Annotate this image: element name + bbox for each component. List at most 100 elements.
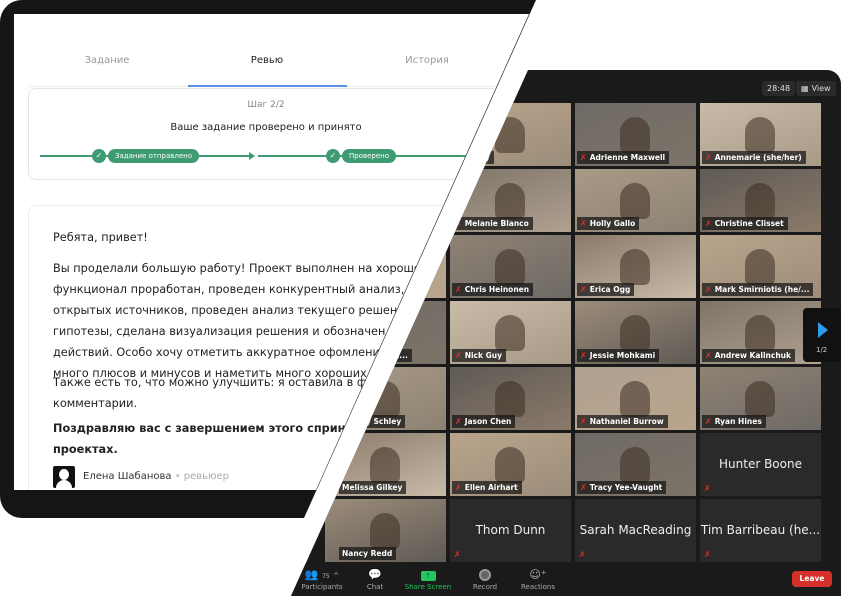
comment-closing: проектах. (53, 443, 118, 456)
meeting-timer: 28:48 (762, 81, 796, 96)
mic-muted-icon: ✗ (580, 218, 587, 228)
comment-greeting: Ребята, привет! (53, 231, 148, 244)
mic-muted-icon: ✗ (580, 416, 587, 426)
author-info: Елена Шабанова • ревьюер (83, 471, 229, 482)
video-tile[interactable]: Sarah MacReading ✗ (575, 499, 696, 562)
participant-name-label: ✗ Jessie Mohkami (577, 349, 660, 362)
chat-button[interactable]: 💬 Chat (360, 564, 390, 591)
mic-muted-icon: ✗ (705, 152, 712, 162)
participant-name-label: ✗ Erica Ogg (577, 283, 635, 296)
video-tile[interactable]: ✗ Nathaniel Burrow (575, 367, 696, 430)
video-tile[interactable]: ✗ Nick Guy (450, 301, 571, 364)
participant-name: Adrienne Maxwell (589, 153, 666, 162)
mic-muted-icon: ✗ (455, 350, 462, 360)
record-button[interactable]: Record (468, 564, 502, 591)
participant-name-label: ✗ Ryan Hines (702, 415, 766, 428)
video-tile[interactable]: ✗ Melanie Blanco (450, 169, 571, 232)
tab-history[interactable]: История (347, 55, 507, 66)
participant-name-label: ey/t... (380, 349, 412, 362)
mic-muted-icon: ✗ (705, 284, 712, 294)
participants-button[interactable]: 👥 75 ^ Participants (294, 564, 350, 591)
participant-name: Erica Ogg (589, 285, 631, 294)
comment-line: функционал проработан, проведен конкурен… (53, 283, 458, 296)
mic-muted-icon: ✗ (580, 152, 587, 162)
step-counter: Шаг 2/2 (247, 100, 285, 110)
participant-name: Ellen Airhart (464, 483, 518, 492)
video-tile[interactable]: ✗ Annemarie (she/her) (700, 103, 821, 166)
participant-name-label: ✗ Christine Clisset (702, 217, 788, 230)
chevron-up-icon[interactable]: ^ (333, 572, 339, 580)
participant-name-label: ✗ Nick Guy (452, 349, 506, 362)
tab-task[interactable]: Задание (27, 55, 187, 66)
video-tile[interactable]: ✗ Jason Chen (450, 367, 571, 430)
participant-name: Melissa Gilkey (342, 483, 403, 492)
video-tile[interactable]: ✗ Ryan Hines (700, 367, 821, 430)
video-tile[interactable]: Hunter Boone ✗ (700, 433, 821, 496)
participant-name: Sarah MacReading (579, 523, 692, 537)
video-tile[interactable]: ✗ Adrienne Maxwell (575, 103, 696, 166)
participant-video (745, 183, 775, 219)
video-tile[interactable]: ✗ Chris Heinonen (450, 235, 571, 298)
video-tile[interactable]: Melissa Gilkey (325, 433, 446, 496)
video-tile[interactable]: ✗ Holly Gallo (575, 169, 696, 232)
check-icon: ✓ (92, 149, 106, 163)
chat-icon: 💬 (368, 568, 382, 581)
check-icon: ✓ (326, 149, 340, 163)
participants-count: 75 (322, 573, 330, 580)
participant-video (370, 513, 400, 549)
tab-review[interactable]: Ревью (187, 55, 347, 66)
view-button[interactable]: ▦ View (796, 81, 836, 96)
reactions-button[interactable]: ☺⁺ Reactions (516, 564, 560, 591)
participant-name-label: ✗ Jason Chen (452, 415, 516, 428)
video-tile[interactable]: ✗ Christine Clisset (700, 169, 821, 232)
video-tile[interactable]: Nancy Redd (325, 499, 446, 562)
video-tile[interactable]: ✗ Tracy Yee-Vaught (575, 433, 696, 496)
participant-video (495, 183, 525, 219)
meeting-toolbar: 👥 75 ^ Participants 💬 Chat ↑ Share Scree… (291, 564, 841, 596)
participant-video (620, 381, 650, 417)
active-tab-indicator (188, 85, 347, 87)
view-label: View (811, 84, 831, 93)
participant-video (620, 183, 650, 219)
video-tile[interactable]: ✗ Erica Ogg (575, 235, 696, 298)
record-icon (479, 569, 491, 581)
participant-name: Gorny (464, 153, 490, 162)
video-tile[interactable]: ✗ Jessie Mohkami (575, 301, 696, 364)
participant-video (620, 447, 650, 483)
participant-name-label: ✗ Chris Heinonen (452, 283, 534, 296)
video-tile[interactable]: Tim Barribeau (he... ✗ (700, 499, 821, 562)
mic-muted-icon: ✗ (705, 218, 712, 228)
participant-name: Tim Barribeau (he... (700, 523, 821, 537)
video-tile[interactable]: ✗ Mark Smirniotis (he/... (700, 235, 821, 298)
arrow-right-icon (818, 322, 828, 338)
mic-muted-icon: ✗ (705, 350, 712, 360)
participant-name: Thom Dunn (475, 523, 546, 537)
participant-name-label: ✗ Mark Smirniotis (he/... (702, 283, 814, 296)
participant-name: Nancy Redd (342, 549, 393, 558)
video-tile[interactable]: Thom Dunn ✗ (450, 499, 571, 562)
mic-muted-icon: ✗ (580, 284, 587, 294)
share-screen-button[interactable]: ↑ Share Screen (400, 564, 456, 591)
comment-line: Вы проделали большую работу! Проект выпо… (53, 262, 461, 275)
record-label: Record (472, 583, 498, 591)
participant-name: Tracy Yee-Vaught (589, 483, 663, 492)
next-page-button[interactable]: 1/2 (803, 308, 841, 362)
participant-video (495, 381, 525, 417)
participant-name-label: y Schley (363, 415, 406, 428)
participant-name-label: ✗ Adrienne Maxwell (577, 151, 670, 164)
video-tile[interactable]: ✗ Ellen Airhart (450, 433, 571, 496)
mic-muted-icon: ✗ (455, 218, 462, 228)
participant-video (370, 381, 400, 417)
avatar (53, 466, 75, 488)
progress-step-submitted: Задание отправлено (108, 149, 199, 163)
participant-video (620, 117, 650, 153)
participant-video (745, 381, 775, 417)
participant-name-label: ✗ Melanie Blanco (452, 217, 533, 230)
participant-name-label: ✗ Annemarie (she/her) (702, 151, 806, 164)
leave-button[interactable]: Leave (792, 571, 832, 587)
grid-icon: ▦ (801, 84, 809, 93)
chat-label: Chat (366, 583, 384, 591)
participant-name-label: ✗ Ellen Airhart (452, 481, 522, 494)
mic-muted-icon: ✗ (580, 350, 587, 360)
participant-video (495, 447, 525, 483)
